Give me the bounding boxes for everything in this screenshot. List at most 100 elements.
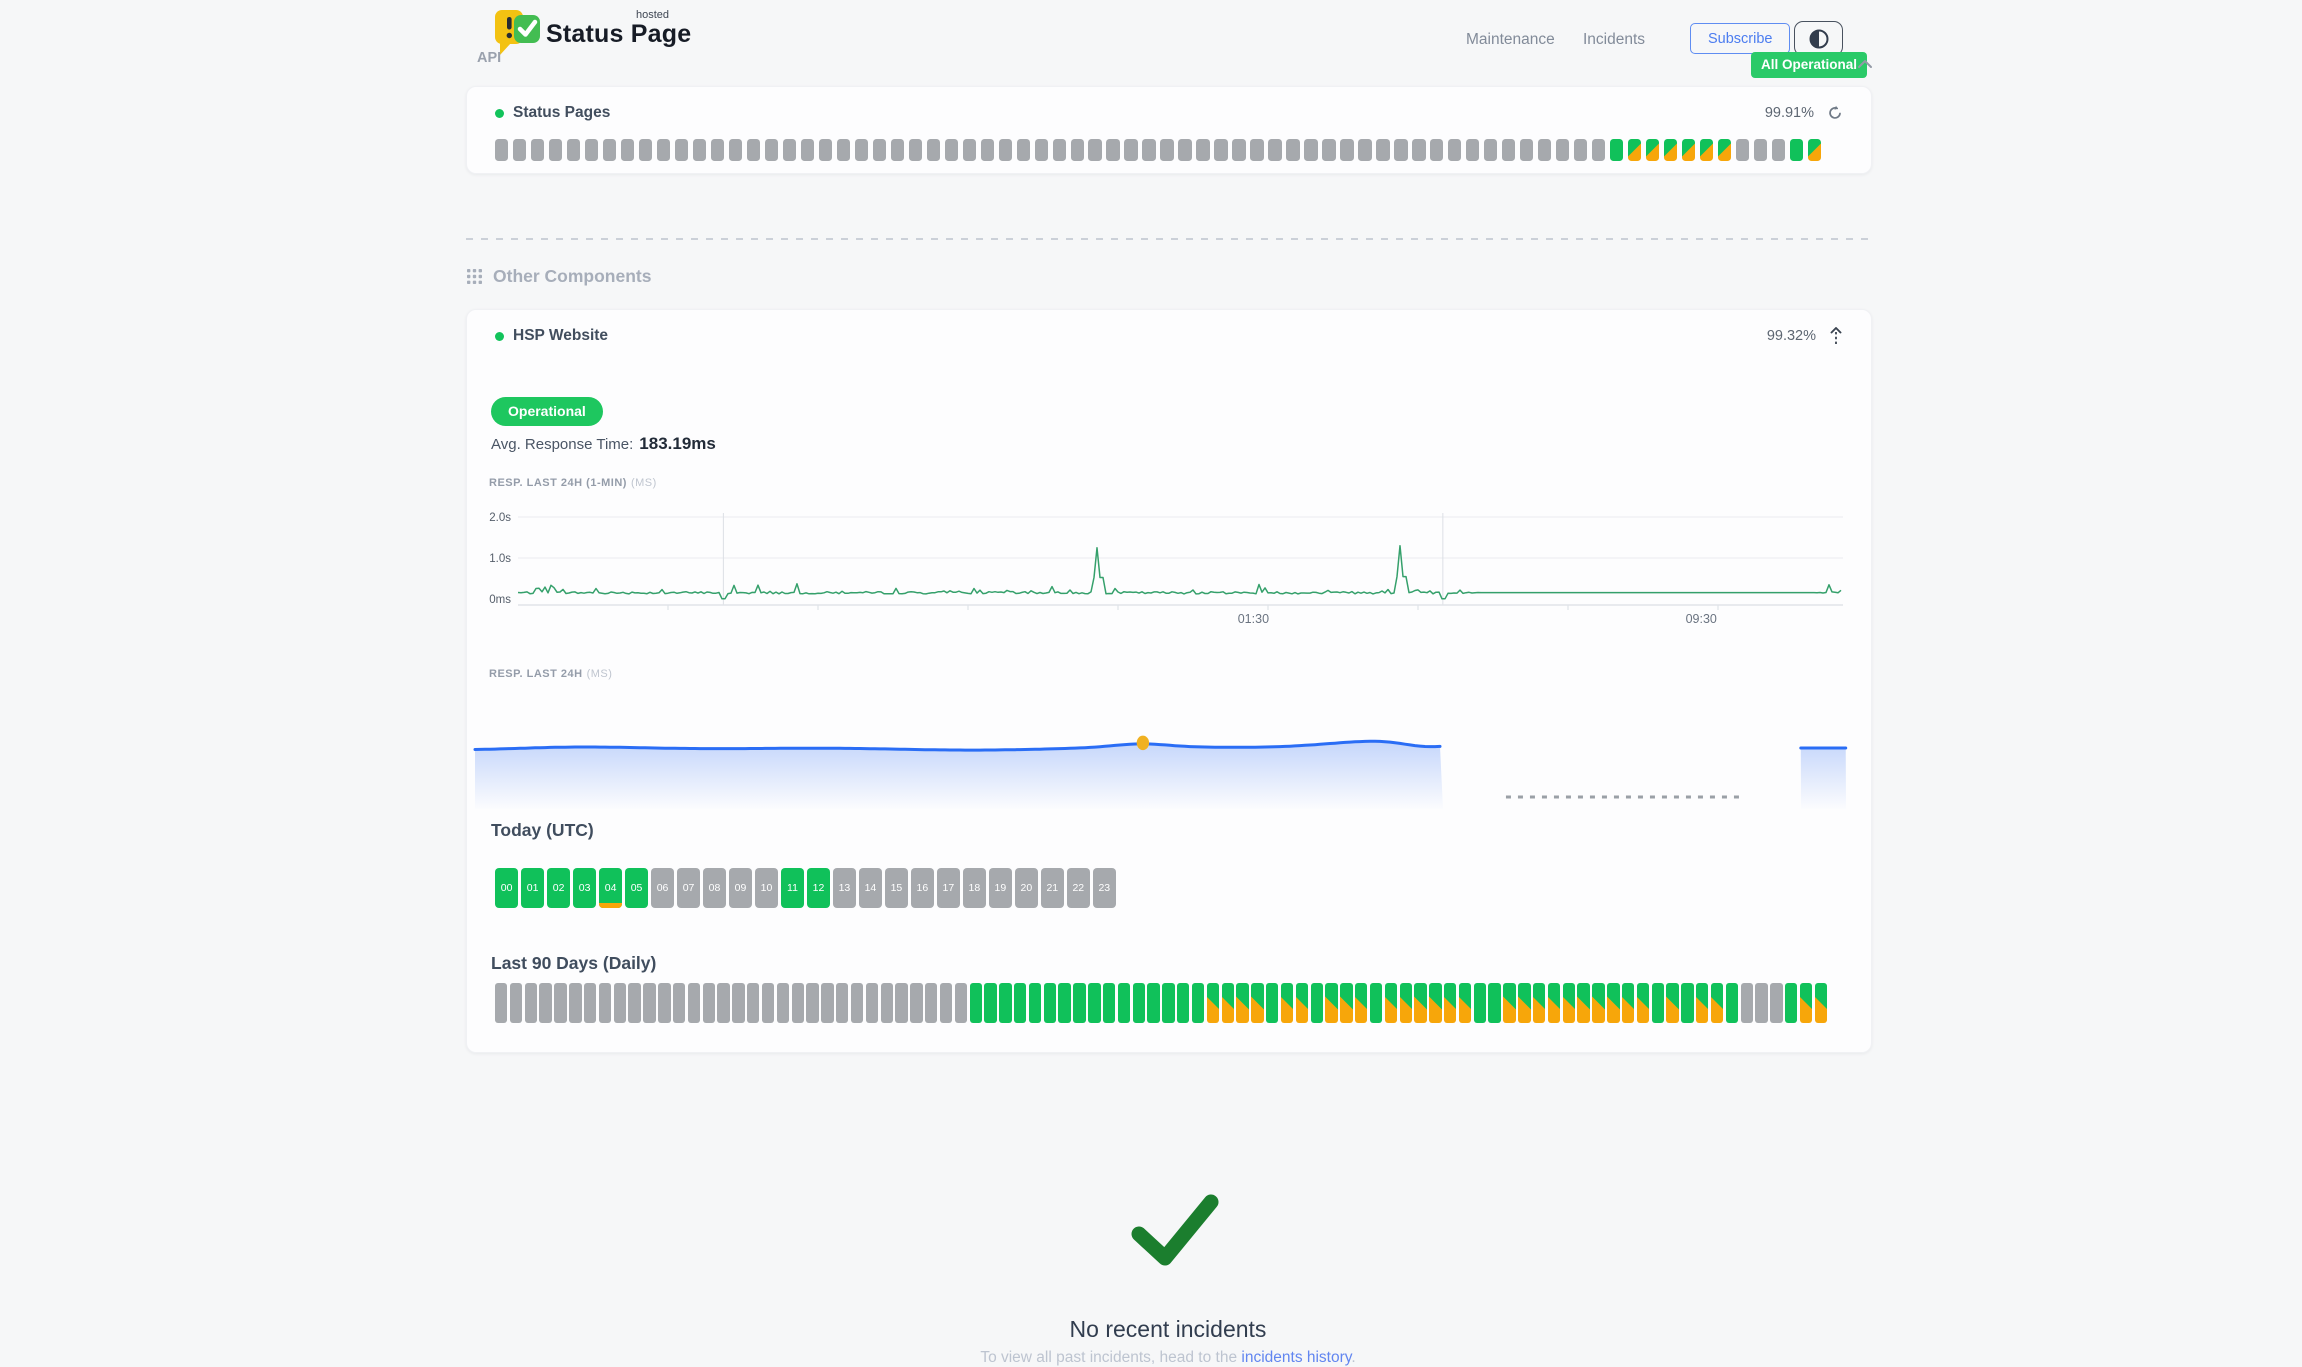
nav-incidents[interactable]: Incidents <box>1583 31 1645 49</box>
hour-block-00[interactable]: 00 <box>495 868 518 908</box>
uptime-bar[interactable] <box>762 983 774 1023</box>
uptime-bar[interactable] <box>1736 139 1749 161</box>
uptime-bar[interactable] <box>955 983 967 1023</box>
uptime-bar[interactable] <box>1444 983 1456 1023</box>
uptime-bar[interactable] <box>1142 139 1155 161</box>
uptime-bar[interactable] <box>1754 139 1767 161</box>
uptime-bar[interactable] <box>1385 983 1397 1023</box>
hour-block-07[interactable]: 07 <box>677 868 700 908</box>
uptime-bar[interactable] <box>1236 983 1248 1023</box>
uptime-bar[interactable] <box>1376 139 1389 161</box>
uptime-bar[interactable] <box>1118 983 1130 1023</box>
uptime-bar[interactable] <box>819 139 832 161</box>
uptime-bar[interactable] <box>1592 139 1605 161</box>
uptime-bar[interactable] <box>945 139 958 161</box>
uptime-bar[interactable] <box>1162 983 1174 1023</box>
uptime-bar[interactable] <box>1488 983 1500 1023</box>
uptime-bar[interactable] <box>1577 983 1589 1023</box>
uptime-bar[interactable] <box>940 983 952 1023</box>
uptime-bar[interactable] <box>1251 983 1263 1023</box>
uptime-bar[interactable] <box>1071 139 1084 161</box>
uptime-bar[interactable] <box>837 139 850 161</box>
hour-block-03[interactable]: 03 <box>573 868 596 908</box>
uptime-bar[interactable] <box>657 139 670 161</box>
uptime-bar[interactable] <box>1664 139 1677 161</box>
uptime-bar[interactable] <box>673 983 685 1023</box>
uptime-bar[interactable] <box>1459 983 1471 1023</box>
uptime-bar[interactable] <box>783 139 796 161</box>
hour-block-10[interactable]: 10 <box>755 868 778 908</box>
uptime-bar[interactable] <box>1429 983 1441 1023</box>
uptime-bar[interactable] <box>1400 983 1412 1023</box>
uptime-bar[interactable] <box>1340 139 1353 161</box>
hour-block-16[interactable]: 16 <box>911 868 934 908</box>
uptime-bar[interactable] <box>703 983 715 1023</box>
uptime-bar[interactable] <box>1741 983 1753 1023</box>
uptime-bar[interactable] <box>801 139 814 161</box>
uptime-bar[interactable] <box>1192 983 1204 1023</box>
uptime-bar[interactable] <box>1073 983 1085 1023</box>
uptime-bar[interactable] <box>603 139 616 161</box>
hour-block-12[interactable]: 12 <box>807 868 830 908</box>
brand-name[interactable]: Status Page <box>546 20 691 49</box>
uptime-bar[interactable] <box>855 139 868 161</box>
arrow-up-dashed-icon[interactable] <box>1829 327 1843 345</box>
hour-block-08[interactable]: 08 <box>703 868 726 908</box>
uptime-bar[interactable] <box>1538 139 1551 161</box>
uptime-bar[interactable] <box>999 139 1012 161</box>
uptime-bar[interactable] <box>1466 139 1479 161</box>
uptime-bar[interactable] <box>567 139 580 161</box>
uptime-bar[interactable] <box>1103 983 1115 1023</box>
uptime-bar[interactable] <box>777 983 789 1023</box>
uptime-bar[interactable] <box>1133 983 1145 1023</box>
uptime-bar[interactable] <box>1755 983 1767 1023</box>
uptime-bar[interactable] <box>765 139 778 161</box>
uptime-bar[interactable] <box>1058 983 1070 1023</box>
uptime-bar[interactable] <box>1281 983 1293 1023</box>
uptime-bar[interactable] <box>963 139 976 161</box>
uptime-bar[interactable] <box>1430 139 1443 161</box>
uptime-bar[interactable] <box>1772 139 1785 161</box>
uptime-bar[interactable] <box>1628 139 1641 161</box>
uptime-bar[interactable] <box>1681 983 1693 1023</box>
uptime-bar[interactable] <box>513 139 526 161</box>
uptime-bar[interactable] <box>873 139 886 161</box>
uptime-bar[interactable] <box>1414 983 1426 1023</box>
uptime-bar[interactable] <box>621 139 634 161</box>
uptime-bar[interactable] <box>1177 983 1189 1023</box>
uptime-bar[interactable] <box>984 983 996 1023</box>
uptime-bar[interactable] <box>1088 983 1100 1023</box>
uptime-bar[interactable] <box>1503 983 1515 1023</box>
uptime-bar[interactable] <box>1340 983 1352 1023</box>
uptime-bar[interactable] <box>925 983 937 1023</box>
uptime-bar[interactable] <box>1196 139 1209 161</box>
uptime-bar[interactable] <box>1286 139 1299 161</box>
uptime-bar[interactable] <box>495 139 508 161</box>
hour-block-01[interactable]: 01 <box>521 868 544 908</box>
uptime-bar[interactable] <box>1017 139 1030 161</box>
uptime-bar[interactable] <box>554 983 566 1023</box>
uptime-bar[interactable] <box>1726 983 1738 1023</box>
uptime-bar[interactable] <box>717 983 729 1023</box>
uptime-bar[interactable] <box>1548 983 1560 1023</box>
uptime-bar[interactable] <box>1607 983 1619 1023</box>
response-time-area-chart[interactable] <box>467 689 1871 811</box>
hour-block-04[interactable]: 04 <box>599 868 622 908</box>
uptime-bar[interactable] <box>688 983 700 1023</box>
uptime-bar[interactable] <box>599 983 611 1023</box>
uptime-bar[interactable] <box>1518 983 1530 1023</box>
hour-block-21[interactable]: 21 <box>1041 868 1064 908</box>
theme-toggle-button[interactable] <box>1794 21 1843 56</box>
uptime-bar[interactable] <box>1106 139 1119 161</box>
uptime-bar[interactable] <box>639 139 652 161</box>
uptime-bar[interactable] <box>1700 139 1713 161</box>
uptime-bar[interactable] <box>792 983 804 1023</box>
uptime-bar[interactable] <box>910 983 922 1023</box>
uptime-bar[interactable] <box>1502 139 1515 161</box>
uptime-bar[interactable] <box>510 983 522 1023</box>
uptime-bar[interactable] <box>1296 983 1308 1023</box>
uptime-bar[interactable] <box>866 983 878 1023</box>
uptime-bar[interactable] <box>525 983 537 1023</box>
uptime-bar[interactable] <box>732 983 744 1023</box>
uptime-bar[interactable] <box>1800 983 1812 1023</box>
